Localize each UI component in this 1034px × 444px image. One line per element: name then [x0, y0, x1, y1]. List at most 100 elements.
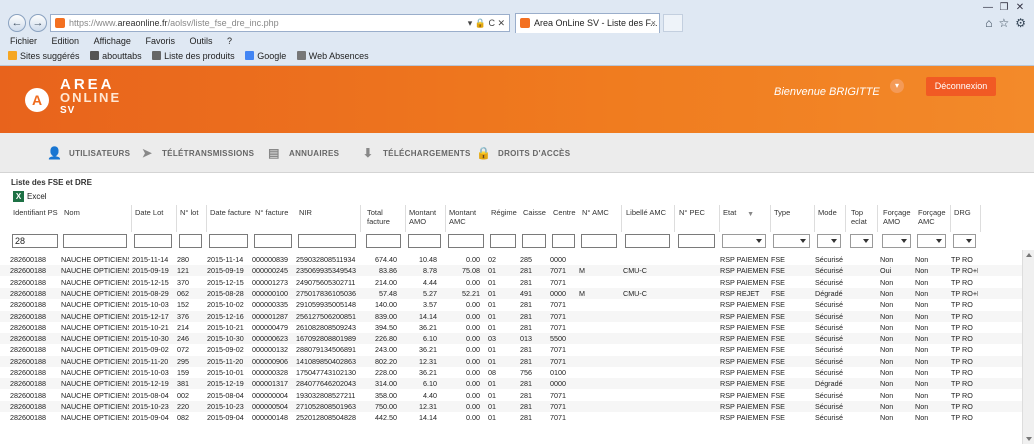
- table-row[interactable]: 282600188 NAUCHE OPTICIENS A2015-12-17 376…: [0, 310, 1022, 322]
- cell-etat: RSP REJET: [720, 288, 760, 298]
- scroll-up-icon[interactable]: [1026, 253, 1032, 257]
- browser-tab[interactable]: Area OnLine SV - Liste des F... ×: [515, 13, 660, 33]
- table-row[interactable]: 282600188NAUCHE OPTICIENS A2015-10-30246…: [0, 333, 1022, 345]
- tab-close-icon[interactable]: ×: [651, 14, 656, 32]
- nav-teletransmissions[interactable]: ➤ TÉLÉTRANSMISSIONS: [140, 146, 254, 160]
- menu-edition[interactable]: Edition: [52, 36, 80, 46]
- chevron-down-icon[interactable]: ▾: [890, 79, 904, 93]
- filter-select-forcage-amc[interactable]: [917, 234, 946, 248]
- filter-funnel-icon[interactable]: ▼: [747, 211, 754, 218]
- filter-input-id-ps[interactable]: 28: [12, 234, 58, 248]
- table-row[interactable]: 282600188NAUCHE OPTICIENS A2015-12-15370…: [0, 277, 1022, 288]
- filter-input-libelle-amc[interactable]: [625, 234, 670, 248]
- filter-input-date-lot[interactable]: [134, 234, 172, 248]
- column-header-id-ps[interactable]: Identifiant PS: [10, 205, 63, 232]
- menu-help[interactable]: ?: [227, 36, 232, 46]
- column-header-nom[interactable]: Nom: [61, 205, 132, 232]
- filter-select-top-eclat[interactable]: [850, 234, 873, 248]
- filter-input-no-facture[interactable]: [254, 234, 292, 248]
- logout-button[interactable]: Déconnexion: [926, 77, 996, 96]
- back-button[interactable]: ←: [8, 14, 26, 32]
- column-header-montant-amc[interactable]: Montant AMC: [446, 205, 489, 232]
- filter-select-drg[interactable]: [953, 234, 976, 248]
- table-row[interactable]: 282600188 NAUCHE OPTICIENS A2015-10-03 152…: [0, 299, 1022, 310]
- vertical-scrollbar[interactable]: [1022, 250, 1034, 444]
- filter-input-montant-amo[interactable]: [408, 234, 441, 248]
- gear-icon[interactable]: ⚙: [1015, 16, 1026, 30]
- column-header-drg[interactable]: DRG: [951, 205, 981, 232]
- column-header-no-pec[interactable]: N° PEC: [676, 205, 720, 232]
- nav-utilisateurs[interactable]: 👤 UTILISATEURS: [47, 146, 130, 160]
- table-row[interactable]: 282600188 NAUCHE OPTICIENS A2015-10-03 159…: [0, 367, 1022, 378]
- favorite-web-absences[interactable]: Web Absences: [296, 51, 369, 61]
- column-header-regime[interactable]: Régime: [488, 205, 521, 232]
- menu-affichage[interactable]: Affichage: [94, 36, 131, 46]
- table-row[interactable]: 282600188NAUCHE OPTICIENS A2015-09-04082…: [0, 412, 1022, 423]
- table-row[interactable]: 282600188NAUCHE OPTICIENS A2015-11-14280…: [0, 254, 1022, 265]
- table-row[interactable]: 282600188NAUCHE OPTICIENS A2015-09-02072…: [0, 344, 1022, 355]
- column-header-nir[interactable]: NIR: [296, 205, 361, 232]
- filter-input-no-amc[interactable]: [581, 234, 617, 248]
- column-header-date-facture[interactable]: Date facture: [207, 205, 253, 232]
- column-header-etat[interactable]: Etat: [720, 205, 771, 232]
- cell-total-facture: 243.00: [375, 345, 397, 355]
- filter-input-regime[interactable]: [490, 234, 516, 248]
- column-header-no-facture[interactable]: N° facture: [252, 205, 297, 232]
- table-row[interactable]: 282600188NAUCHE OPTICIENS A2015-12-19381…: [0, 378, 1022, 390]
- filter-input-no-lot[interactable]: [179, 234, 202, 248]
- nav-droits-acces[interactable]: 🔒 DROITS D'ACCÈS: [476, 146, 570, 160]
- column-header-top-eclat[interactable]: Top eclat: [848, 205, 878, 232]
- filter-input-montant-amc[interactable]: [448, 234, 484, 248]
- forward-button[interactable]: →: [29, 14, 47, 32]
- column-header-forcage-amo[interactable]: Forçage AMO: [880, 205, 916, 232]
- column-header-mode[interactable]: Mode: [815, 205, 846, 232]
- column-header-no-amc[interactable]: N° AMC: [579, 205, 622, 232]
- menu-outils[interactable]: Outils: [190, 36, 213, 46]
- menu-fichier[interactable]: Fichier: [10, 36, 37, 46]
- filter-input-no-pec[interactable]: [678, 234, 715, 248]
- excel-export-button[interactable]: X Excel: [13, 191, 47, 202]
- minimize-icon[interactable]: —: [980, 2, 996, 13]
- maximize-icon[interactable]: ❐: [996, 2, 1012, 13]
- nav-telechargements[interactable]: ⬇ TÉLÉCHARGEMENTS: [361, 146, 471, 160]
- favorite-liste-produits[interactable]: Liste des produits: [152, 51, 235, 61]
- table-row[interactable]: 282600188 NAUCHE OPTICIENS A2015-08-29 062…: [0, 287, 1022, 299]
- nav-annuaires[interactable]: ▤ ANNUAIRES: [267, 146, 339, 160]
- table-row[interactable]: 282600188NAUCHE OPTICIENS A2015-08-04002…: [0, 390, 1022, 401]
- filter-input-total-facture[interactable]: [366, 234, 401, 248]
- close-window-icon[interactable]: ✕: [1012, 2, 1028, 13]
- scroll-down-icon[interactable]: [1026, 437, 1032, 441]
- favorite-google[interactable]: Google: [245, 51, 286, 61]
- table-row[interactable]: 282600188NAUCHE OPTICIENS A2015-10-23220…: [0, 400, 1022, 412]
- filter-select-mode[interactable]: [817, 234, 841, 248]
- column-header-date-lot[interactable]: Date Lot: [132, 205, 177, 232]
- filter-input-nom[interactable]: [63, 234, 127, 248]
- favorite-sites-suggeres[interactable]: Sites suggérés: [8, 51, 80, 61]
- menu-favoris[interactable]: Favoris: [145, 36, 175, 46]
- new-tab-button[interactable]: [663, 14, 683, 32]
- column-header-forcage-amc[interactable]: Forçage AMC: [915, 205, 951, 232]
- column-header-total-facture[interactable]: Total facture: [364, 205, 406, 232]
- table-row[interactable]: 282600188NAUCHE OPTICIENS A2015-11-20295…: [0, 355, 1022, 367]
- filter-input-centre[interactable]: [552, 234, 575, 248]
- column-header-caisse[interactable]: Caisse: [520, 205, 551, 232]
- table-row[interactable]: 282600188NAUCHE OPTICIENS A2015-10-21214…: [0, 322, 1022, 333]
- address-controls[interactable]: ▾ 🔒 C ✕: [468, 15, 505, 31]
- column-header-no-lot[interactable]: N° lot: [177, 205, 207, 232]
- filter-select-forcage-amo[interactable]: [882, 234, 911, 248]
- table-row[interactable]: 282600188NAUCHE OPTICIENS A2015-09-19121…: [0, 265, 1022, 277]
- cell-montant-amo: 3.57: [423, 300, 437, 310]
- filter-input-caisse[interactable]: [522, 234, 546, 248]
- column-header-libelle-amc[interactable]: Libellé AMC: [623, 205, 675, 232]
- filter-select-etat[interactable]: [722, 234, 766, 248]
- star-icon[interactable]: ☆: [998, 16, 1009, 30]
- favorite-abouttabs[interactable]: abouttabs: [90, 51, 142, 61]
- address-bar[interactable]: https://www.areaonline.fr/aolsv/liste_fs…: [50, 14, 510, 32]
- home-icon[interactable]: ⌂: [985, 16, 992, 30]
- filter-select-type[interactable]: [773, 234, 810, 248]
- column-header-type[interactable]: Type: [771, 205, 815, 232]
- column-header-montant-amo[interactable]: Montant AMO: [406, 205, 446, 232]
- filter-input-date-facture[interactable]: [209, 234, 248, 248]
- column-header-centre[interactable]: Centre: [550, 205, 580, 232]
- filter-input-nir[interactable]: [298, 234, 356, 248]
